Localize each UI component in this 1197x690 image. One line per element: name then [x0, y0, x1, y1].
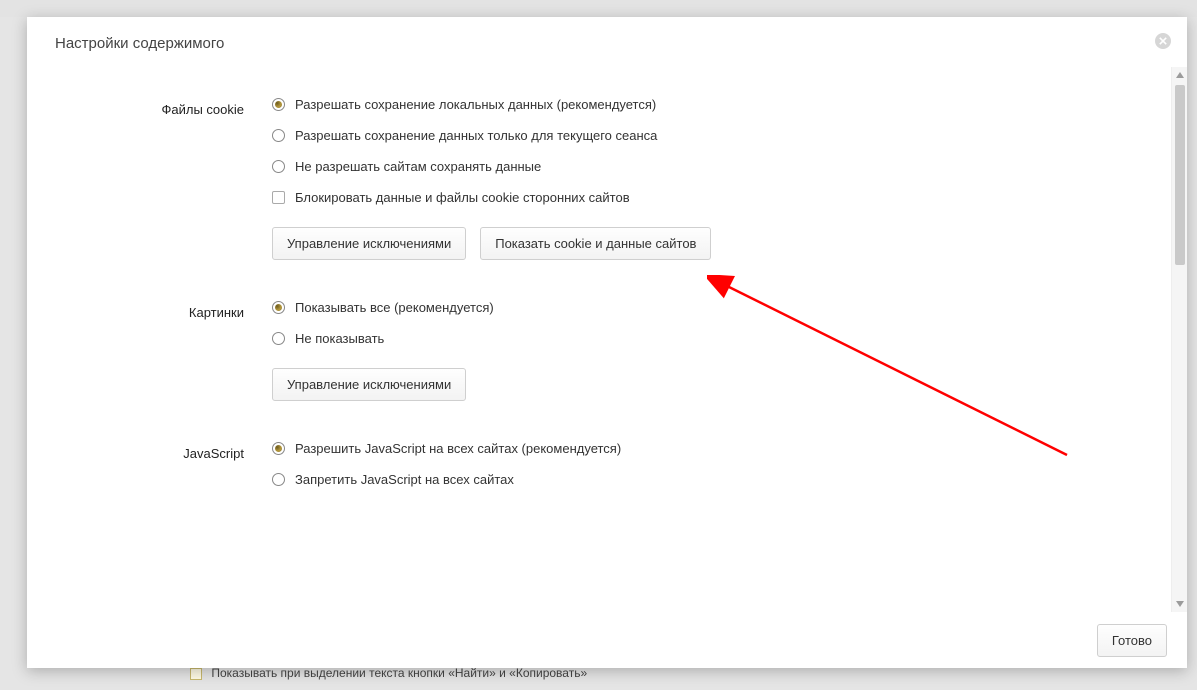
section-body-cookies: Разрешать сохранение локальных данных (р… — [272, 97, 1141, 260]
section-cookies: Файлы cookie Разрешать сохранение локаль… — [57, 97, 1141, 260]
section-images: Картинки Показывать все (рекомендуется) … — [57, 300, 1141, 401]
radio-row-images-show[interactable]: Показывать все (рекомендуется) — [272, 300, 1141, 315]
radio-label: Запретить JavaScript на всех сайтах — [295, 472, 514, 487]
section-body-javascript: Разрешить JavaScript на всех сайтах (рек… — [272, 441, 1141, 503]
radio-icon — [272, 442, 285, 455]
section-body-images: Показывать все (рекомендуется) Не показы… — [272, 300, 1141, 401]
close-button[interactable] — [1155, 33, 1171, 49]
show-cookies-button[interactable]: Показать cookie и данные сайтов — [480, 227, 711, 260]
radio-label: Разрешать сохранение данных только для т… — [295, 128, 657, 143]
radio-icon — [272, 98, 285, 111]
dialog-title: Настройки содержимого — [55, 35, 1165, 52]
scrollbar-up-icon — [1172, 67, 1188, 83]
section-javascript: JavaScript Разрешить JavaScript на всех … — [57, 441, 1141, 503]
scrollbar-thumb[interactable] — [1175, 85, 1185, 265]
exceptions-button[interactable]: Управление исключениями — [272, 227, 466, 260]
scroll-area: Файлы cookie Разрешать сохранение локаль… — [27, 67, 1171, 612]
radio-row-js-allow[interactable]: Разрешить JavaScript на всех сайтах (рек… — [272, 441, 1141, 456]
backdrop — [0, 0, 1197, 17]
radio-label: Показывать все (рекомендуется) — [295, 300, 494, 315]
dialog-header: Настройки содержимого — [27, 17, 1187, 62]
section-label-javascript: JavaScript — [57, 441, 272, 503]
section-label-images: Картинки — [57, 300, 272, 401]
behind-option-row: Показывать при выделении текста кнопки «… — [190, 666, 587, 680]
radio-label: Не разрешать сайтам сохранять данные — [295, 159, 541, 174]
radio-row-cookies-allow[interactable]: Разрешать сохранение локальных данных (р… — [272, 97, 1141, 112]
checkbox-label: Блокировать данные и файлы cookie сторон… — [295, 190, 630, 205]
images-buttons-row: Управление исключениями — [272, 368, 1141, 401]
radio-icon — [272, 301, 285, 314]
radio-icon — [272, 332, 285, 345]
dialog-footer: Готово — [27, 612, 1187, 668]
radio-row-images-hide[interactable]: Не показывать — [272, 331, 1141, 346]
checkbox-row-thirdparty[interactable]: Блокировать данные и файлы cookie сторон… — [272, 190, 1141, 205]
done-button[interactable]: Готово — [1097, 624, 1167, 657]
radio-icon — [272, 473, 285, 486]
scrollbar-down-icon — [1172, 596, 1188, 612]
behind-checkbox-icon — [190, 668, 202, 680]
close-icon — [1159, 37, 1167, 45]
radio-icon — [272, 160, 285, 173]
content-settings-dialog: Настройки содержимого Файлы cookie Разре… — [27, 17, 1187, 668]
checkbox-icon — [272, 191, 285, 204]
cookies-buttons-row: Управление исключениями Показать cookie … — [272, 227, 1141, 260]
radio-row-cookies-block[interactable]: Не разрешать сайтам сохранять данные — [272, 159, 1141, 174]
radio-label: Разрешить JavaScript на всех сайтах (рек… — [295, 441, 621, 456]
section-label-cookies: Файлы cookie — [57, 97, 272, 260]
radio-label: Не показывать — [295, 331, 384, 346]
radio-icon — [272, 129, 285, 142]
behind-option-label: Показывать при выделении текста кнопки «… — [211, 666, 587, 680]
radio-label: Разрешать сохранение локальных данных (р… — [295, 97, 656, 112]
exceptions-button[interactable]: Управление исключениями — [272, 368, 466, 401]
radio-row-cookies-session[interactable]: Разрешать сохранение данных только для т… — [272, 128, 1141, 143]
radio-row-js-block[interactable]: Запретить JavaScript на всех сайтах — [272, 472, 1141, 487]
vertical-scrollbar[interactable] — [1171, 67, 1187, 612]
dialog-content: Файлы cookie Разрешать сохранение локаль… — [27, 67, 1187, 612]
